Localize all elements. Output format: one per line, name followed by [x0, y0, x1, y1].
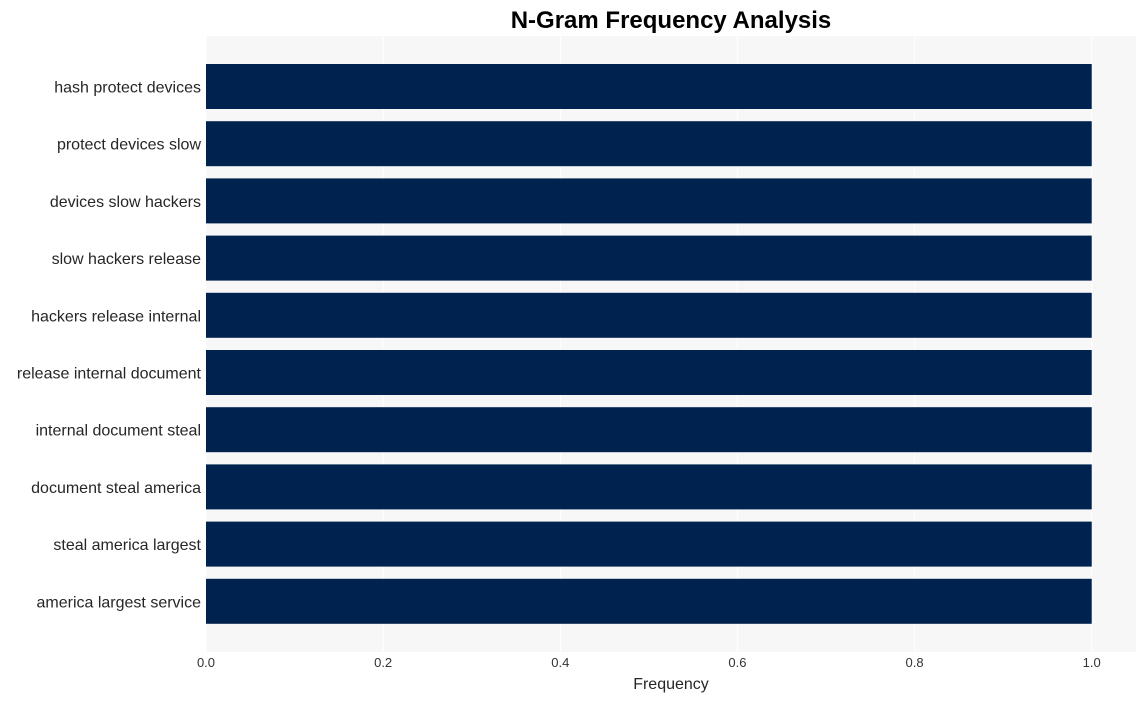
y-tick-label: release internal document	[17, 366, 202, 383]
x-tick-label: 0.4	[551, 655, 569, 670]
x-axis-label: Frequency	[633, 676, 709, 693]
x-axis-ticks: 0.0 0.2 0.4 0.6 0.8 1.0	[197, 655, 1101, 670]
chart-title: N-Gram Frequency Analysis	[511, 7, 832, 34]
y-tick-label: slow hackers release	[52, 251, 202, 268]
bar	[206, 464, 1092, 510]
bar	[206, 235, 1092, 281]
y-tick-label: hash protect devices	[54, 80, 201, 97]
bar	[206, 407, 1092, 453]
x-tick-label: 0.0	[197, 655, 215, 670]
x-tick-label: 0.6	[728, 655, 746, 670]
y-tick-label: hackers release internal	[31, 308, 201, 325]
y-tick-label: protect devices slow	[57, 137, 202, 154]
bar	[206, 521, 1092, 567]
y-tick-label: document steal america	[31, 480, 201, 497]
x-tick-label: 0.2	[374, 655, 392, 670]
y-tick-label: steal america largest	[53, 537, 201, 554]
x-tick-label: 0.8	[906, 655, 924, 670]
bar	[206, 350, 1092, 395]
y-axis-labels: hash protect devices protect devices slow…	[17, 80, 202, 612]
y-tick-label: internal document steal	[36, 423, 201, 440]
bar	[206, 64, 1092, 109]
bar	[206, 578, 1092, 624]
bar	[206, 178, 1092, 224]
bar	[206, 292, 1092, 338]
y-tick-label: america largest service	[37, 594, 202, 611]
chart: N-Gram Frequency Analysis hash protect d…	[17, 7, 1136, 693]
x-tick-label: 1.0	[1083, 655, 1101, 670]
bar	[206, 121, 1092, 167]
y-tick-label: devices slow hackers	[50, 194, 201, 211]
